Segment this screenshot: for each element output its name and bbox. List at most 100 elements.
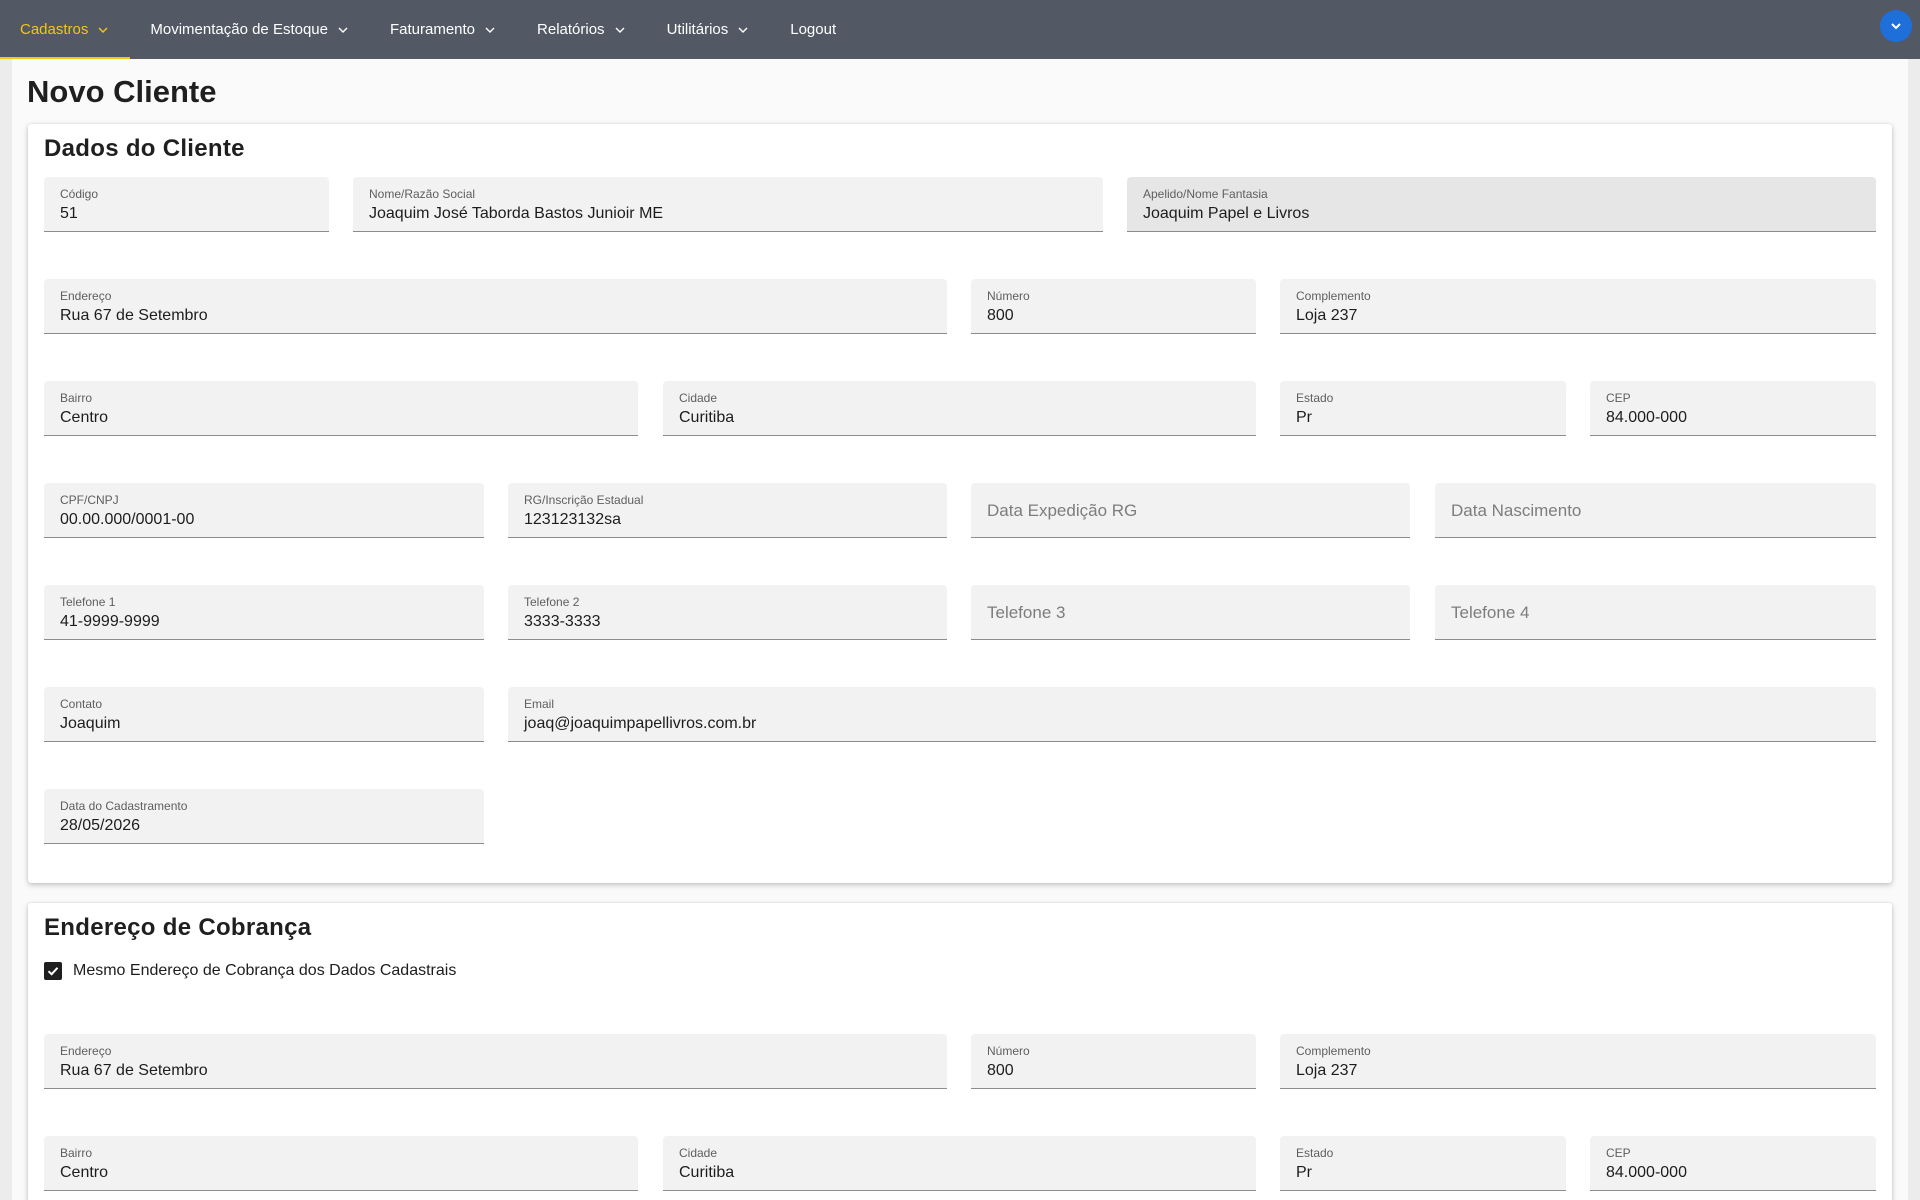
field-label: Email (524, 697, 555, 711)
page-title: Novo Cliente (27, 74, 217, 109)
nav-menu-label: Faturamento (389, 21, 476, 38)
top-navbar: Cadastros Movimentação de Estoque Fatura… (0, 0, 1920, 59)
field-placeholder: Telefone 4 (1451, 603, 1530, 622)
field-value: Joaquim (60, 715, 121, 732)
nav-logout-link[interactable]: Logout (770, 0, 856, 59)
rg-inscricao-estadual-field[interactable]: RG/Inscrição Estadual 123123132sa (508, 483, 947, 538)
cobranca-estado-field[interactable]: Estado Pr (1280, 1136, 1566, 1191)
field-label: Bairro (60, 391, 93, 405)
field-label: Cidade (679, 1146, 718, 1160)
chevron-down-icon (613, 23, 627, 37)
field-value: Rua 67 de Setembro (60, 307, 208, 324)
field-value: Curitiba (679, 1164, 735, 1181)
bairro-field[interactable]: Bairro Centro (44, 381, 638, 436)
field-label: Endereço (60, 289, 112, 303)
data-cadastramento-field[interactable]: Data do Cadastramento 28/05/2026 (44, 789, 484, 844)
field-label: Código (60, 187, 99, 201)
telefone-4-field[interactable]: Telefone 4 (1435, 585, 1876, 640)
chevron-down-icon (96, 23, 110, 37)
field-value: Centro (60, 409, 109, 426)
field-label: Complemento (1296, 1044, 1371, 1058)
same-address-checkbox[interactable] (44, 962, 62, 980)
section-title: Endereço de Cobrança (44, 914, 312, 941)
field-label: Telefone 2 (524, 595, 580, 609)
field-value: 51 (60, 205, 78, 222)
field-placeholder: Data Nascimento (1451, 501, 1582, 520)
nav-menu-relatorios[interactable]: Relatórios (517, 0, 647, 59)
nav-menu-cadastros[interactable]: Cadastros (0, 0, 131, 59)
field-label: CEP (1606, 1146, 1631, 1160)
field-value: 41-9999-9999 (60, 613, 160, 630)
chevron-down-icon (483, 23, 497, 37)
codigo-field[interactable]: Código 51 (44, 177, 329, 232)
field-value: 800 (987, 1062, 1014, 1079)
field-value: 123123132sa (524, 511, 621, 528)
field-label: Estado (1296, 391, 1334, 405)
endereco-field[interactable]: Endereço Rua 67 de Setembro (44, 279, 947, 334)
field-label: Bairro (60, 1146, 93, 1160)
nav-menu-movimentacao-estoque[interactable]: Movimentação de Estoque (130, 0, 370, 59)
numero-field[interactable]: Número 800 (971, 279, 1256, 334)
section-title: Dados do Cliente (44, 135, 245, 162)
cobranca-numero-field[interactable]: Número 800 (971, 1034, 1256, 1089)
field-label: Contato (60, 697, 103, 711)
field-value: Curitiba (679, 409, 735, 426)
nav-menu-faturamento[interactable]: Faturamento (370, 0, 517, 59)
email-field[interactable]: Email joaq@joaquimpapellivros.com.br (508, 687, 1876, 742)
field-value: Rua 67 de Setembro (60, 1062, 208, 1079)
nav-menu-label: Utilitários (666, 21, 729, 38)
chevron-down-icon (336, 23, 350, 37)
billing-address-card: Endereço de Cobrança Mesmo Endereço de C… (28, 903, 1892, 1200)
field-label: Número (987, 1044, 1030, 1058)
field-value: 800 (987, 307, 1014, 324)
contato-field[interactable]: Contato Joaquim (44, 687, 484, 742)
field-value: Joaquim José Taborda Bastos Junioir ME (369, 205, 664, 222)
cobranca-cidade-field[interactable]: Cidade Curitiba (663, 1136, 1256, 1191)
cobranca-cep-field[interactable]: CEP 84.000-000 (1590, 1136, 1876, 1191)
field-value: 28/05/2026 (60, 817, 141, 834)
field-label: Data do Cadastramento (60, 799, 188, 813)
telefone-2-field[interactable]: Telefone 2 3333-3333 (508, 585, 947, 640)
field-value: 00.00.000/0001-00 (60, 511, 195, 528)
nav-menu-label: Logout (790, 21, 837, 38)
account-menu-button[interactable] (1880, 10, 1912, 42)
checkmark-icon (47, 967, 59, 976)
nome-razao-social-field[interactable]: Nome/Razão Social Joaquim José Taborda B… (353, 177, 1103, 232)
apelido-nome-fantasia-field[interactable]: Apelido/Nome Fantasia Joaquim Papel e Li… (1127, 177, 1876, 232)
field-value: joaq@joaquimpapellivros.com.br (524, 715, 757, 732)
field-label: CPF/CNPJ (60, 493, 119, 507)
cpf-cnpj-field[interactable]: CPF/CNPJ 00.00.000/0001-00 (44, 483, 484, 538)
field-value: 84.000-000 (1606, 409, 1687, 426)
field-value: Joaquim Papel e Livros (1143, 205, 1310, 222)
field-label: Telefone 1 (60, 595, 116, 609)
client-data-card: Dados do Cliente Código 51 Nome/Razão So… (28, 124, 1892, 883)
field-label: Endereço (60, 1044, 112, 1058)
field-placeholder: Telefone 3 (987, 603, 1066, 622)
data-expedicao-rg-field[interactable]: Data Expedição RG (971, 483, 1410, 538)
field-label: Apelido/Nome Fantasia (1143, 187, 1268, 201)
field-value: 3333-3333 (524, 613, 601, 630)
chevron-down-icon (1891, 23, 1901, 30)
field-value: Loja 237 (1296, 1062, 1358, 1079)
field-label: Cidade (679, 391, 718, 405)
field-value: 84.000-000 (1606, 1164, 1687, 1181)
field-label: RG/Inscrição Estadual (524, 493, 644, 507)
nav-menu-utilitarios[interactable]: Utilitários (647, 0, 771, 59)
same-address-checkbox-row[interactable]: Mesmo Endereço de Cobrança dos Dados Cad… (44, 962, 456, 980)
telefone-3-field[interactable]: Telefone 3 (971, 585, 1410, 640)
telefone-1-field[interactable]: Telefone 1 41-9999-9999 (44, 585, 484, 640)
complemento-field[interactable]: Complemento Loja 237 (1280, 279, 1876, 334)
field-placeholder: Data Expedição RG (987, 501, 1138, 520)
cidade-field[interactable]: Cidade Curitiba (663, 381, 1256, 436)
cobranca-bairro-field[interactable]: Bairro Centro (44, 1136, 638, 1191)
field-value: Pr (1296, 409, 1312, 426)
cobranca-complemento-field[interactable]: Complemento Loja 237 (1280, 1034, 1876, 1089)
page-content: Novo Cliente Dados do Cliente Código 51 … (12, 59, 1908, 1200)
estado-field[interactable]: Estado Pr (1280, 381, 1566, 436)
cobranca-endereco-field[interactable]: Endereço Rua 67 de Setembro (44, 1034, 947, 1089)
chevron-down-icon (736, 23, 750, 37)
field-label: CEP (1606, 391, 1631, 405)
cep-field[interactable]: CEP 84.000-000 (1590, 381, 1876, 436)
field-label: Estado (1296, 1146, 1334, 1160)
data-nascimento-field[interactable]: Data Nascimento (1435, 483, 1876, 538)
